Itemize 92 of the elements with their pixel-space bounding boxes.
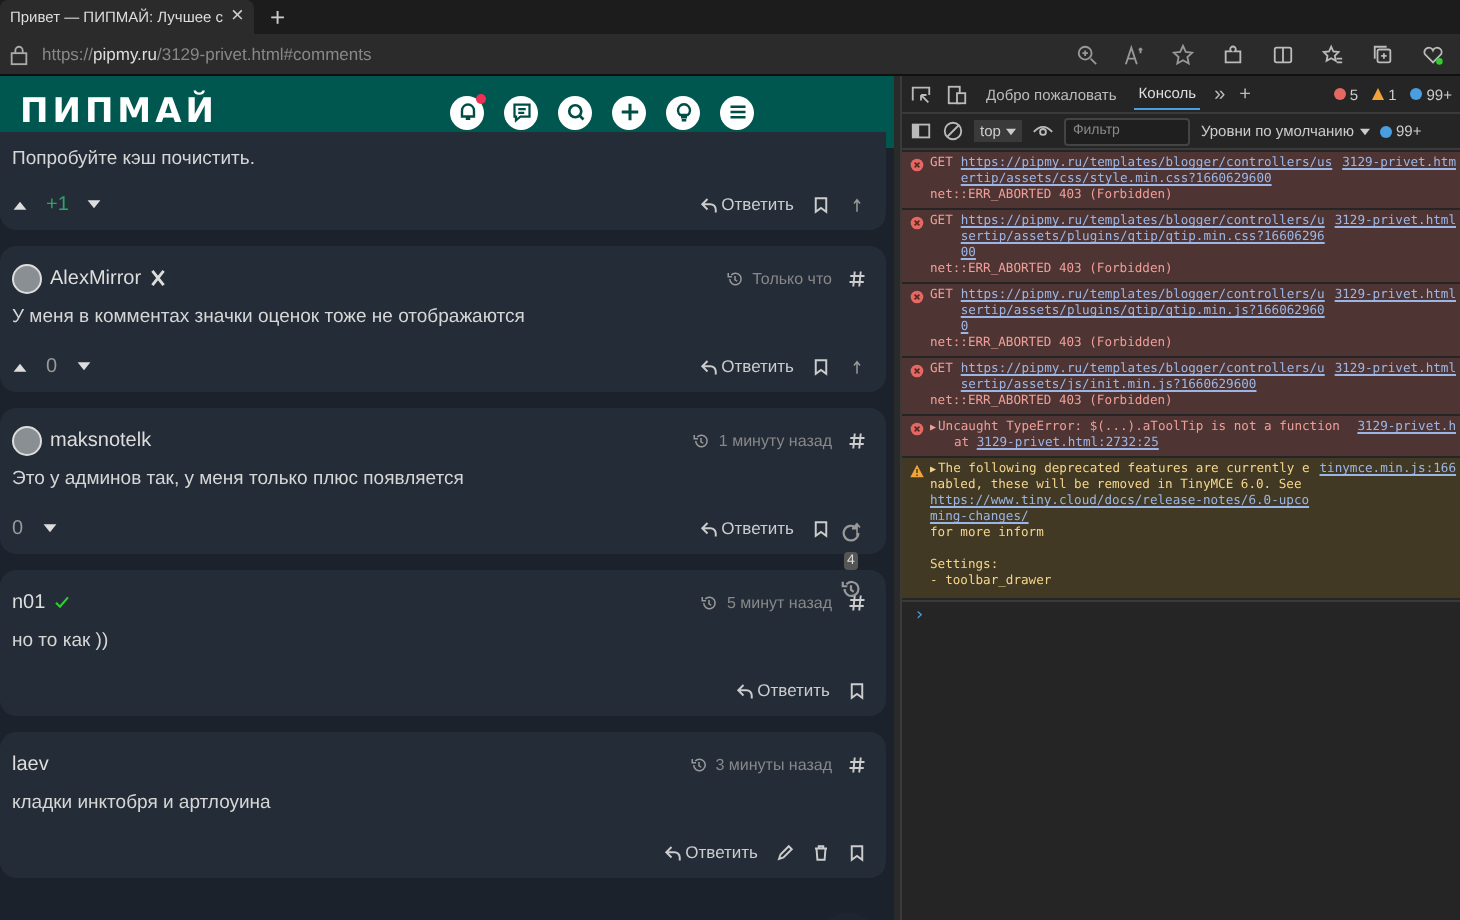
close-tab-button[interactable]: × xyxy=(231,6,244,28)
error-icon xyxy=(910,290,924,304)
scrollbar[interactable] xyxy=(894,76,900,920)
avatar[interactable] xyxy=(12,425,42,455)
more-tabs-button[interactable]: » xyxy=(1214,83,1226,105)
comment-time: Только что xyxy=(752,269,832,287)
reply-arrow-icon xyxy=(699,357,718,375)
reply-arrow-icon xyxy=(735,681,754,699)
site-logo[interactable]: ПИПМАЙ xyxy=(20,92,218,132)
reply-arrow-icon xyxy=(699,519,718,537)
plus-icon xyxy=(617,100,641,124)
comment-text: но то как )) xyxy=(12,630,111,652)
comment-text: Попробуйте кэш почистить. xyxy=(12,148,257,170)
avatar[interactable] xyxy=(12,263,42,293)
chat-icon xyxy=(509,100,533,124)
split-screen-icon[interactable] xyxy=(1272,43,1294,65)
menu-icon xyxy=(725,100,749,124)
add-tab-button[interactable]: + xyxy=(1239,83,1251,105)
inspect-icon[interactable] xyxy=(910,83,932,105)
read-aloud-icon[interactable] xyxy=(1124,43,1146,65)
reply-link[interactable]: Ответить xyxy=(735,680,830,700)
up-arrow-icon[interactable] xyxy=(848,195,866,213)
console-prompt[interactable]: › xyxy=(902,600,1460,630)
comment-text: У меня в комментах значки оценок тоже не отображаются xyxy=(12,306,527,328)
caret-icon xyxy=(1360,128,1370,137)
error-icon xyxy=(910,158,924,172)
caret-icon xyxy=(1006,128,1017,137)
reply-arrow-icon xyxy=(699,195,718,213)
history-icon xyxy=(726,269,745,287)
hash-link-icon[interactable] xyxy=(848,593,866,611)
pencil-icon[interactable] xyxy=(776,843,794,861)
lock-icon[interactable] xyxy=(8,43,30,65)
hash-link-icon[interactable] xyxy=(848,269,866,287)
upvote-icon[interactable] xyxy=(12,197,28,211)
upvote-icon[interactable] xyxy=(12,359,28,373)
up-arrow-icon[interactable] xyxy=(848,357,866,375)
new-tab-button[interactable]: + xyxy=(253,0,302,34)
zoom-icon[interactable] xyxy=(1076,43,1098,65)
reply-link[interactable]: Ответить xyxy=(699,518,794,538)
history-icon xyxy=(689,755,708,773)
collections-icon[interactable] xyxy=(1372,43,1394,65)
history-icon xyxy=(700,593,719,611)
bookmark-icon[interactable] xyxy=(812,357,830,375)
bookmark-icon[interactable] xyxy=(848,843,866,861)
downvote-icon[interactable] xyxy=(75,359,92,373)
reply-link[interactable]: Ответить xyxy=(699,194,794,214)
heart-icon[interactable] xyxy=(1422,43,1444,65)
bell-icon xyxy=(455,100,479,124)
plus-nav-button[interactable] xyxy=(612,95,646,129)
comment-time: 1 минуту назад xyxy=(718,431,832,449)
bookmark-icon[interactable] xyxy=(812,519,830,537)
vote-score: 0 xyxy=(12,517,24,539)
error-icon xyxy=(910,422,924,436)
comment-time: 5 минут назад xyxy=(726,593,832,611)
sidebar-icon[interactable] xyxy=(910,120,932,142)
star-icon[interactable] xyxy=(1172,43,1194,65)
downvote-icon[interactable] xyxy=(86,197,103,211)
eye-icon[interactable] xyxy=(1032,120,1055,142)
comment-text: Это у админов так, у меня только плюс появляется xyxy=(12,468,466,490)
bell-nav-button[interactable] xyxy=(450,95,484,129)
author-name[interactable]: maksnotelk xyxy=(50,429,152,451)
hash-link-icon[interactable] xyxy=(848,431,866,449)
author-name[interactable]: laev xyxy=(12,753,49,775)
bulb-nav-button[interactable] xyxy=(666,95,700,129)
refresh-icon[interactable] xyxy=(840,522,862,544)
bulb-icon xyxy=(671,100,695,124)
error-icon xyxy=(910,216,924,230)
favorites-icon[interactable] xyxy=(1322,43,1344,65)
bookmark-icon[interactable] xyxy=(848,681,866,699)
search-icon xyxy=(563,100,587,124)
history-icon xyxy=(692,431,711,449)
bookmark-icon[interactable] xyxy=(812,195,830,213)
reply-arrow-icon xyxy=(663,843,682,861)
reply-link[interactable]: Ответить xyxy=(663,842,758,862)
vote-score: 0 xyxy=(46,355,58,377)
hash-link-icon[interactable] xyxy=(848,755,866,773)
vote-score: +1 xyxy=(46,193,69,215)
chat-nav-button[interactable] xyxy=(504,95,538,129)
error-icon xyxy=(910,364,924,378)
author-name[interactable]: n01 xyxy=(12,591,46,613)
warning-icon xyxy=(910,464,924,478)
comment-text: кладки инктобря и артлоуина xyxy=(12,792,273,814)
downvote-icon[interactable] xyxy=(41,521,58,535)
history-icon[interactable] xyxy=(840,578,862,600)
comment-time: 3 минуты назад xyxy=(715,755,832,773)
clear-console-icon[interactable] xyxy=(942,120,964,142)
search-nav-button[interactable] xyxy=(558,95,592,129)
device-icon[interactable] xyxy=(946,83,968,105)
menu-nav-button[interactable] xyxy=(720,95,754,129)
trash-icon[interactable] xyxy=(812,843,830,861)
author-name[interactable]: AlexMirror xyxy=(50,267,142,289)
reply-link[interactable]: Ответить xyxy=(699,356,794,376)
